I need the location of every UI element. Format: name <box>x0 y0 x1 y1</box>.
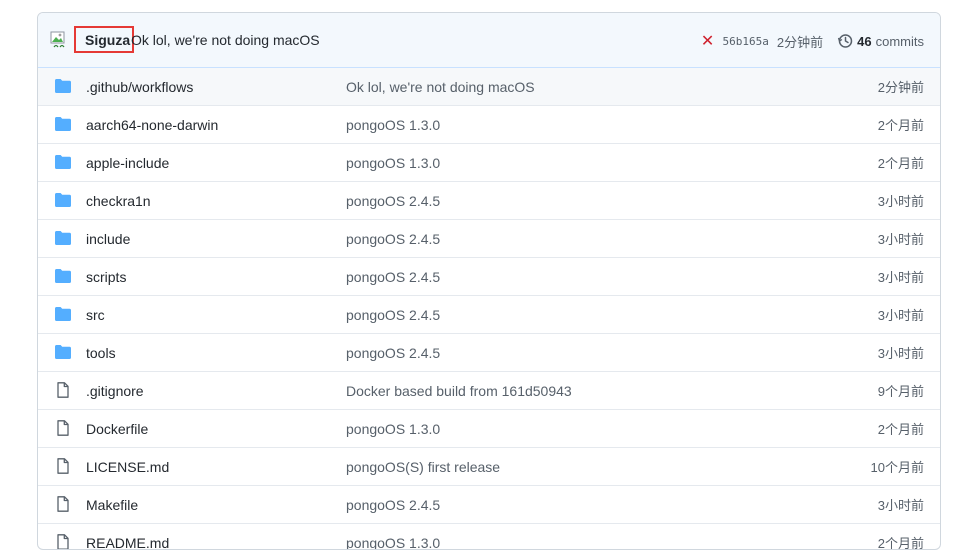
file-row[interactable]: apple-include pongoOS 1.3.0 2个月前 <box>38 143 940 181</box>
file-commit-message-link[interactable]: Docker based build from 161d50943 <box>346 383 572 399</box>
file-name-link[interactable]: include <box>86 231 130 247</box>
file-commit-age: 2个月前 <box>877 422 924 437</box>
file-commit-message-link[interactable]: pongoOS 1.3.0 <box>346 421 440 437</box>
file-commit-age: 3小时前 <box>877 498 924 513</box>
file-commit-message-link[interactable]: pongoOS 2.4.5 <box>346 307 440 323</box>
file-commit-message-link[interactable]: pongoOS 1.3.0 <box>346 117 440 133</box>
file-commit-age: 9个月前 <box>877 384 924 399</box>
latest-commit-bar: Siguza Ok lol, we're not doing macOS ✕ 5… <box>38 13 940 68</box>
commit-message-link[interactable]: Ok lol, we're not doing macOS <box>131 32 320 48</box>
file-commit-message-link[interactable]: pongoOS 1.3.0 <box>346 535 440 550</box>
commits-label: commits <box>875 33 924 49</box>
file-name-link[interactable]: Makefile <box>86 497 138 513</box>
file-commit-message-link[interactable]: pongoOS 2.4.5 <box>346 497 440 513</box>
folder-icon <box>54 116 72 132</box>
file-row[interactable]: checkra1n pongoOS 2.4.5 3小时前 <box>38 181 940 219</box>
file-icon <box>54 382 72 398</box>
file-row[interactable]: scripts pongoOS 2.4.5 3小时前 <box>38 257 940 295</box>
file-row[interactable]: .github/workflows Ok lol, we're not doing… <box>38 68 940 105</box>
file-commit-age: 3小时前 <box>877 308 924 323</box>
file-row[interactable]: src pongoOS 2.4.5 3小时前 <box>38 295 940 333</box>
file-commit-age: 2分钟前 <box>877 80 924 95</box>
folder-icon <box>54 192 72 208</box>
file-commit-message-link[interactable]: pongoOS 2.4.5 <box>346 231 440 247</box>
file-commit-message-link[interactable]: pongoOS 1.3.0 <box>346 155 440 171</box>
folder-icon <box>54 306 72 322</box>
folder-icon <box>54 230 72 246</box>
file-commit-message-link[interactable]: pongoOS(S) first release <box>346 459 500 475</box>
commit-meta: ✕ 56b165a 2分钟前 46 commits <box>701 31 924 51</box>
history-icon <box>838 34 853 48</box>
file-name-link[interactable]: apple-include <box>86 155 169 171</box>
commit-age: 2分钟前 <box>776 34 824 50</box>
file-row[interactable]: aarch64-none-darwin pongoOS 1.3.0 2个月前 <box>38 105 940 143</box>
file-name-link[interactable]: tools <box>86 345 116 361</box>
commits-history-link[interactable]: 46 commits <box>837 33 924 49</box>
author-highlight-box <box>74 26 134 53</box>
file-commit-age: 2个月前 <box>877 156 924 171</box>
file-commit-age: 2个月前 <box>877 536 924 550</box>
file-commit-message-link[interactable]: pongoOS 2.4.5 <box>346 269 440 285</box>
commit-sha-link[interactable]: 56b165a <box>723 35 769 48</box>
commits-count: 46 <box>857 33 872 49</box>
file-row[interactable]: LICENSE.md pongoOS(S) first release 10个月前 <box>38 447 940 485</box>
file-commit-age: 3小时前 <box>877 232 924 247</box>
file-list: .github/workflows Ok lol, we're not doing… <box>38 68 940 550</box>
file-name-link[interactable]: src <box>86 307 105 323</box>
file-name-link[interactable]: .github/workflows <box>86 79 193 95</box>
file-commit-message-link[interactable]: pongoOS 2.4.5 <box>346 193 440 209</box>
file-row[interactable]: include pongoOS 2.4.5 3小时前 <box>38 219 940 257</box>
folder-icon <box>54 154 72 170</box>
file-name-link[interactable]: aarch64-none-darwin <box>86 117 218 133</box>
folder-icon <box>54 78 72 94</box>
file-name-link[interactable]: README.md <box>86 535 169 550</box>
status-failed-icon[interactable]: ✕ <box>701 31 715 51</box>
file-row[interactable]: tools pongoOS 2.4.5 3小时前 <box>38 333 940 371</box>
file-icon <box>54 458 72 474</box>
file-commit-age: 2个月前 <box>877 118 924 133</box>
file-icon <box>54 496 72 512</box>
file-name-link[interactable]: scripts <box>86 269 126 285</box>
file-row[interactable]: Dockerfile pongoOS 1.3.0 2个月前 <box>38 409 940 447</box>
folder-icon <box>54 344 72 360</box>
file-commit-age: 3小时前 <box>877 346 924 361</box>
file-commit-age: 10个月前 <box>870 460 924 475</box>
file-row[interactable]: Makefile pongoOS 2.4.5 3小时前 <box>38 485 940 523</box>
file-commit-message-link[interactable]: Ok lol, we're not doing macOS <box>346 79 535 95</box>
file-name-link[interactable]: checkra1n <box>86 193 151 209</box>
file-row[interactable]: README.md pongoOS 1.3.0 2个月前 <box>38 523 940 550</box>
file-name-link[interactable]: LICENSE.md <box>86 459 169 475</box>
file-browser: Siguza Ok lol, we're not doing macOS ✕ 5… <box>37 12 941 550</box>
file-commit-age: 3小时前 <box>877 270 924 285</box>
file-icon <box>54 420 72 436</box>
author-avatar[interactable] <box>50 30 70 50</box>
folder-icon <box>54 268 72 284</box>
file-row[interactable]: .gitignore Docker based build from 161d50… <box>38 371 940 409</box>
file-name-link[interactable]: .gitignore <box>86 383 144 399</box>
file-commit-age: 3小时前 <box>877 194 924 209</box>
file-commit-message-link[interactable]: pongoOS 2.4.5 <box>346 345 440 361</box>
file-icon <box>54 534 72 549</box>
file-name-link[interactable]: Dockerfile <box>86 421 148 437</box>
